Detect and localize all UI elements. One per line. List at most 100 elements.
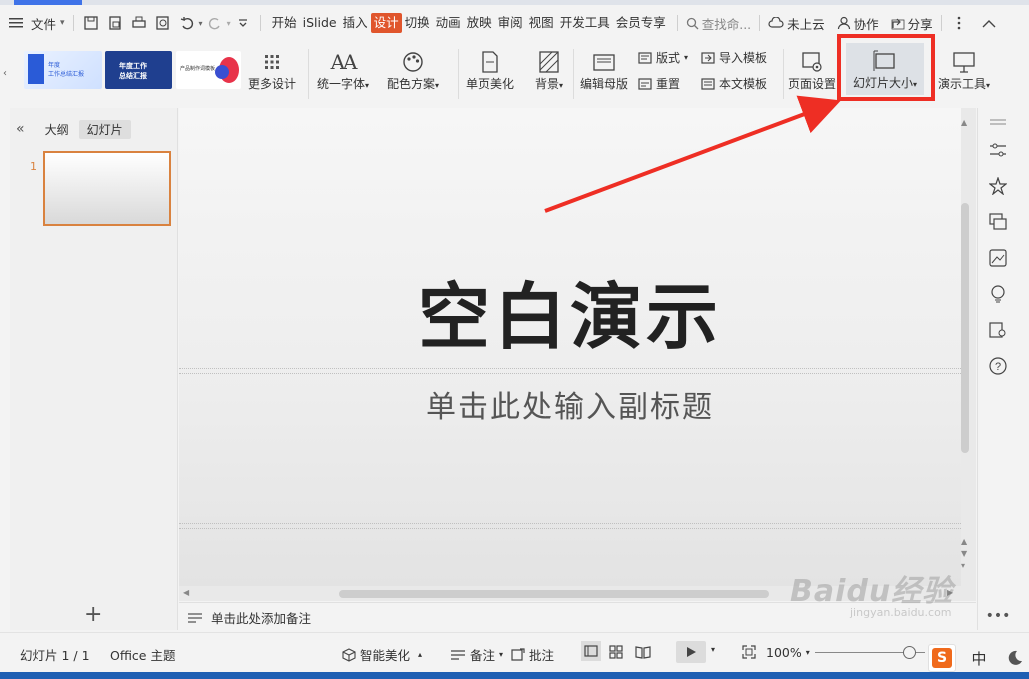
- presentation-tools-button[interactable]: 演示工具▾: [938, 49, 990, 92]
- reading-view-icon[interactable]: [635, 645, 651, 659]
- slide-sorter-icon[interactable]: [609, 645, 623, 659]
- text-template-button[interactable]: 本文模板: [701, 75, 767, 92]
- redo-dropdown-icon[interactable]: ▾: [227, 19, 231, 28]
- tab-home[interactable]: 开始: [269, 13, 300, 33]
- tab-design[interactable]: 设计: [370, 13, 402, 33]
- reading-mode-icon[interactable]: [988, 320, 1008, 340]
- tab-slideshow[interactable]: 放映: [464, 13, 495, 33]
- collaborate-button[interactable]: 协作: [834, 12, 882, 34]
- tab-animation[interactable]: 动画: [433, 13, 464, 33]
- help-icon[interactable]: ?: [988, 356, 1008, 376]
- zoom-level[interactable]: 100% ▾: [766, 645, 810, 660]
- design-template-3[interactable]: 产品制作词模板: [176, 51, 241, 89]
- comments-button[interactable]: 批注: [511, 645, 554, 664]
- ribbon-scroll-left-icon[interactable]: ‹: [0, 41, 10, 105]
- print-preview-icon[interactable]: [153, 13, 173, 33]
- slides-panel-tabs: « 大纲 幻灯片: [10, 118, 178, 140]
- share-button[interactable]: 分享: [888, 12, 936, 34]
- notes-toggle-button[interactable]: 备注 ▾: [450, 645, 503, 664]
- save-icon[interactable]: [81, 13, 101, 33]
- tab-view[interactable]: 视图: [526, 13, 557, 33]
- layout-icon: [638, 51, 652, 64]
- smart-beautify-button[interactable]: 智能美化 ▴: [342, 645, 422, 664]
- tab-slides[interactable]: 幻灯片: [78, 119, 131, 139]
- page-setup-button[interactable]: 页面设置: [788, 49, 836, 92]
- notes-icon: [188, 612, 202, 623]
- slide-title[interactable]: 空白演示: [179, 258, 961, 363]
- tab-developer[interactable]: 开发工具: [557, 13, 613, 33]
- import-template-button[interactable]: 导入模板: [701, 49, 767, 66]
- slide-thumbnail[interactable]: [43, 151, 171, 226]
- animation-star-icon[interactable]: [988, 176, 1008, 196]
- reset-button[interactable]: 重置: [638, 75, 680, 92]
- undo-icon[interactable]: [177, 13, 197, 33]
- slide-counter-text: 幻灯片 1 / 1: [20, 648, 90, 663]
- reset-label: 重置: [656, 77, 681, 91]
- scroll-left-icon[interactable]: ◀: [183, 588, 189, 597]
- redo-icon[interactable]: [205, 13, 225, 33]
- scrollbar-thumb[interactable]: [961, 203, 969, 453]
- lightbulb-icon[interactable]: [988, 284, 1008, 304]
- more-designs-button[interactable]: 更多设计: [248, 49, 296, 92]
- export-pdf-icon[interactable]: [105, 13, 125, 33]
- slide-subtitle[interactable]: 单击此处输入副标题: [179, 382, 961, 426]
- zoom-slider-handle[interactable]: [903, 646, 916, 659]
- command-search[interactable]: 查找命...: [683, 12, 754, 34]
- grid-icon: [264, 49, 280, 75]
- background-icon: [539, 49, 559, 75]
- tab-islide[interactable]: iSlide: [300, 13, 340, 33]
- design-template-2[interactable]: 年度工作 总结汇报: [105, 51, 172, 89]
- transition-icon[interactable]: [988, 212, 1008, 232]
- tab-outline[interactable]: 大纲: [37, 120, 77, 139]
- tab-transitions[interactable]: 切换: [402, 13, 433, 33]
- more-horizontal-icon[interactable]: •••: [986, 606, 1011, 626]
- vertical-scrollbar[interactable]: ▲ ▲ ▼ ▾: [960, 118, 970, 588]
- collapse-ribbon-icon[interactable]: [979, 13, 999, 33]
- share-icon: [891, 18, 905, 30]
- theme-name[interactable]: Office 主题: [110, 645, 175, 664]
- scrollbar-thumb[interactable]: [339, 590, 769, 598]
- normal-view-icon[interactable]: [581, 641, 601, 661]
- watermark-url: jingyan.baidu.com: [850, 606, 952, 619]
- presentation-tools-icon: [952, 49, 976, 75]
- design-template-1[interactable]: 年度 工作总结汇报: [24, 51, 102, 89]
- share-label: 分享: [907, 16, 933, 32]
- scroll-up-icon[interactable]: ▲: [961, 118, 967, 127]
- collapse-panel-icon[interactable]: «: [16, 121, 25, 137]
- page-beautify-label: 单页美化: [466, 77, 515, 91]
- edit-master-button[interactable]: 编辑母版: [580, 49, 628, 92]
- fit-window-icon[interactable]: [742, 645, 756, 659]
- more-vertical-icon[interactable]: [949, 13, 969, 33]
- cloud-label: 未上云: [787, 16, 825, 32]
- add-slide-icon[interactable]: +: [84, 602, 102, 627]
- divider: [783, 49, 784, 99]
- properties-icon[interactable]: [988, 140, 1008, 160]
- color-scheme-button[interactable]: 配色方案▾: [387, 49, 439, 92]
- tab-review[interactable]: 审阅: [495, 13, 526, 33]
- unify-font-button[interactable]: AA 统一字体▾: [317, 49, 369, 92]
- slideshow-options-icon[interactable]: ▾: [711, 645, 715, 654]
- play-slideshow-button[interactable]: [676, 641, 706, 663]
- file-menu[interactable]: 文件 ▾: [28, 12, 68, 34]
- theme-name-text: Office 主题: [110, 648, 176, 663]
- cloud-status[interactable]: 未上云: [765, 12, 828, 34]
- tab-insert[interactable]: 插入: [340, 13, 371, 33]
- input-language-indicator[interactable]: 中: [965, 644, 993, 672]
- page-beautify-button[interactable]: 单页美化: [466, 49, 514, 92]
- template-accent: [28, 54, 44, 84]
- hamburger-icon[interactable]: [6, 13, 26, 33]
- layout-button[interactable]: 版式 ▾: [638, 49, 688, 66]
- customize-quick-access-icon[interactable]: [233, 13, 253, 33]
- print-icon[interactable]: [129, 13, 149, 33]
- image-tools-icon[interactable]: [988, 248, 1008, 268]
- sidebar-menu-icon[interactable]: [988, 112, 1008, 132]
- slide-canvas[interactable]: 空白演示 单击此处输入副标题: [179, 108, 961, 586]
- tab-member[interactable]: 会员专享: [613, 13, 669, 33]
- baidu-watermark: Baidu经验 jingyan.baidu.com: [790, 566, 975, 626]
- ribbon-tabs: 开始 iSlide 插入 设计 切换 动画 放映 审阅 视图 开发工具 会员专享: [266, 12, 672, 34]
- night-mode-icon[interactable]: [1001, 644, 1029, 672]
- undo-dropdown-icon[interactable]: ▾: [199, 19, 203, 28]
- background-button[interactable]: 背景▾: [535, 49, 563, 92]
- page-setup-icon: [801, 49, 823, 75]
- sogou-ime-icon[interactable]: S: [928, 644, 956, 672]
